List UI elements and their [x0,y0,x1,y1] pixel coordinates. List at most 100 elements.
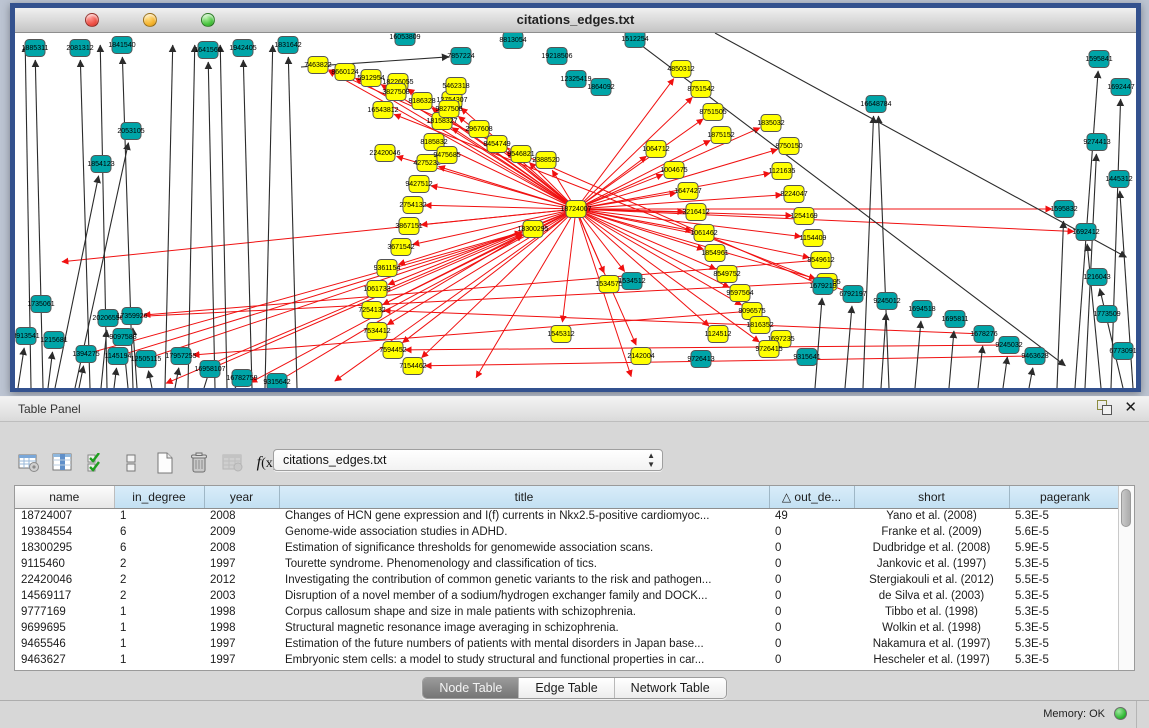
cell-pagerank[interactable]: 5.3E-5 [1009,508,1118,524]
cell-in_degree[interactable]: 2 [114,572,204,588]
graph-edge[interactable] [845,306,852,388]
tab-node-table[interactable]: Node Table [423,678,519,698]
cell-in_degree[interactable]: 2 [114,556,204,572]
cell-in_degree[interactable]: 1 [114,636,204,652]
delete-column-button[interactable] [184,450,214,476]
network-canvas[interactable]: 1872400718300295127543071815832781858324… [15,33,1136,388]
cell-name[interactable]: 14569117 [15,588,114,604]
cell-year[interactable]: 1997 [204,652,279,668]
cell-pagerank[interactable]: 5.3E-5 [1009,652,1118,668]
cell-out_degree[interactable]: 49 [769,508,854,524]
cell-short[interactable]: Tibbo et al. (1998) [854,604,1009,620]
table-row[interactable]: 1830029562008Estimation of significance … [15,540,1118,556]
cell-title[interactable]: Structural magnetic resonance image aver… [279,620,769,636]
cell-title[interactable]: Tourette syndrome. Phenomenology and cla… [279,556,769,572]
graph-edge[interactable] [576,209,709,326]
cell-out_degree[interactable]: 0 [769,572,854,588]
cell-out_degree[interactable]: 0 [769,540,854,556]
cell-name[interactable]: 9463627 [15,652,114,668]
column-header-name[interactable]: name [15,486,114,508]
cell-in_degree[interactable]: 1 [114,620,204,636]
graph-edge[interactable] [114,368,117,388]
cell-name[interactable]: 9465546 [15,636,114,652]
cell-short[interactable]: Wolkin et al. (1998) [854,620,1009,636]
table-mode-button[interactable] [14,450,44,476]
column-header-short[interactable]: short [854,486,1009,508]
tab-edge-table[interactable]: Edge Table [519,678,614,698]
graph-edge[interactable] [1003,357,1007,388]
cell-title[interactable]: Estimation of significance thresholds fo… [279,540,769,556]
show-columns-button[interactable] [48,450,78,476]
cell-name[interactable]: 9699695 [15,620,114,636]
cell-pagerank[interactable]: 5.6E-5 [1009,524,1118,540]
graph-edge[interactable] [165,45,173,388]
column-header-out_degree[interactable]: △ out_de... [769,486,854,508]
cell-name[interactable]: 18300295 [15,540,114,556]
cell-short[interactable]: Franke et al. (2009) [854,524,1009,540]
column-header-pagerank[interactable]: pagerank [1009,486,1118,508]
cell-pagerank[interactable]: 5.3E-5 [1009,588,1118,604]
cell-name[interactable]: 18724007 [15,508,114,524]
cell-short[interactable]: Hescheler et al. (1997) [854,652,1009,668]
cell-in_degree[interactable]: 1 [114,604,204,620]
cell-out_degree[interactable]: 0 [769,604,854,620]
cell-title[interactable]: Changes of HCN gene expression and I(f) … [279,508,769,524]
graph-edge[interactable] [1029,368,1033,388]
cell-out_degree[interactable]: 0 [769,524,854,540]
cell-pagerank[interactable]: 5.3E-5 [1009,556,1118,572]
cell-title[interactable]: Disruption of a novel member of a sodium… [279,588,769,604]
table-row[interactable]: 946554611997Estimation of the future num… [15,636,1118,652]
graph-edge[interactable] [146,233,522,359]
cell-in_degree[interactable]: 2 [114,588,204,604]
table-row[interactable]: 1456911722003Disruption of a novel membe… [15,588,1118,604]
cell-short[interactable]: Dudbridge et al. (2008) [854,540,1009,556]
cell-pagerank[interactable]: 5.3E-5 [1009,620,1118,636]
cell-short[interactable]: Nakamura et al. (1997) [854,636,1009,652]
cell-year[interactable]: 2009 [204,524,279,540]
graph-edge[interactable] [576,209,1074,231]
table-row[interactable]: 2242004622012Investigating the contribut… [15,572,1118,588]
graph-edge[interactable] [863,116,874,388]
cell-title[interactable]: Corpus callosum shape and size in male p… [279,604,769,620]
deselect-all-button[interactable] [116,450,146,476]
cell-short[interactable]: Jankovic et al. (1997) [854,556,1009,572]
table-row[interactable]: 1938455462009Genome-wide association stu… [15,524,1118,540]
cell-short[interactable]: Yano et al. (2008) [854,508,1009,524]
graph-edge[interactable] [815,298,822,388]
graph-edge[interactable] [978,346,983,388]
graph-edge[interactable] [62,209,576,262]
graph-edge[interactable] [208,62,215,388]
cell-in_degree[interactable]: 1 [114,652,204,668]
column-header-year[interactable]: year [204,486,279,508]
column-header-title[interactable]: title [279,486,769,508]
graph-edge[interactable] [188,45,195,388]
graph-edge[interactable] [148,371,152,388]
graph-edge[interactable] [118,233,522,356]
cell-title[interactable]: Genome-wide association studies in ADHD. [279,524,769,540]
graph-edge[interactable] [425,356,1035,366]
cell-in_degree[interactable]: 6 [114,524,204,540]
cell-pagerank[interactable]: 5.9E-5 [1009,540,1118,556]
cell-name[interactable]: 22420046 [15,572,114,588]
cell-pagerank[interactable]: 5.5E-5 [1009,572,1118,588]
graph-edge[interactable] [576,149,777,209]
cell-year[interactable]: 1997 [204,636,279,652]
graph-edge[interactable] [193,311,752,355]
graph-edge[interactable] [576,209,625,272]
table-row[interactable]: 969969511998Structural magnetic resonanc… [15,620,1118,636]
cell-pagerank[interactable]: 5.3E-5 [1009,604,1118,620]
graph-edge[interactable] [384,310,984,334]
graph-edge[interactable] [220,45,227,388]
graph-edge[interactable] [288,57,297,388]
cell-short[interactable]: Stergiakouli et al. (2012) [854,572,1009,588]
network-graph-area[interactable]: 1872400718300295127543071815832781858324… [15,33,1136,388]
cell-name[interactable]: 19384554 [15,524,114,540]
graph-edge[interactable] [403,209,576,343]
select-all-button[interactable] [82,450,112,476]
cell-year[interactable]: 2008 [204,508,279,524]
table-row[interactable]: 911546021997Tourette syndrome. Phenomeno… [15,556,1118,572]
cell-year[interactable]: 2008 [204,540,279,556]
cell-year[interactable]: 2012 [204,572,279,588]
close-panel-icon[interactable]: ✕ [1124,400,1137,415]
graph-edge[interactable] [265,45,273,388]
